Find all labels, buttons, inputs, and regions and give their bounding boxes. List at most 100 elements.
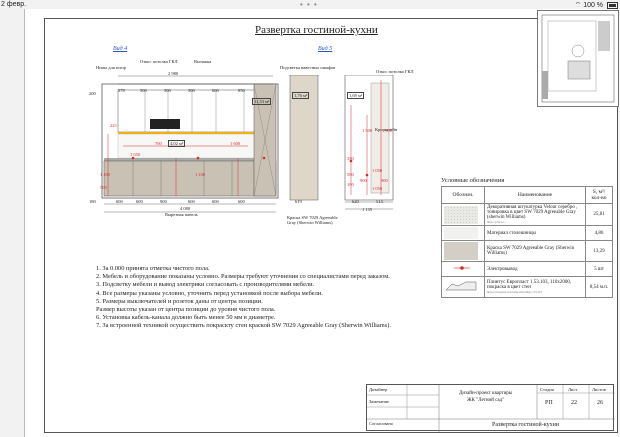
dim-upper-3: 500 [164,88,171,93]
dim-side-total: 1 135 [362,207,373,212]
legend-header-area: S, м²/ кол-во [585,186,613,204]
dim-upper-1: 578 [118,88,125,93]
dim-height-1600: 1 600 [230,141,241,146]
dim-left-500: 500 [100,185,107,190]
legend-title: Условные обозначения [441,177,505,184]
note-item: 2. Мебель и оборудование показаны условн… [96,273,390,281]
note-item: Размер высоты указан от центра позиции д… [96,306,276,314]
stamp-sheet-header: Лист [568,387,578,392]
dim-area-4: 1,69 м² [347,92,365,99]
dim-lower-6: 600 [238,199,245,204]
legend-name: Краска SW 7029 Agreeable Gray (Sherwin W… [484,240,586,262]
note-item: 4. Все размеры указаны условно, уточнить… [96,289,323,297]
legend-value: 13,29 [585,240,613,262]
legend-value: 5 шт [585,261,613,277]
plan-minimap[interactable] [537,10,619,107]
table-row: Материал столешницы 4,86 [441,225,613,241]
note-item: 6. Установка кабель-канала должно быть м… [96,314,276,322]
view-4-label: Вид 4 [113,46,128,52]
dim-area-1: 11,53 м² [252,98,272,105]
dim-lower-5: 600 [212,199,219,204]
dim-lower-2: 600 [136,199,143,204]
stamp-designer: Дизайнер [369,387,388,392]
legend-name: Электровывод [484,261,586,277]
legend-value: 4,86 [585,225,613,241]
legend-swatch-baseboard [441,276,485,298]
dim-upper-4: 500 [188,88,195,93]
legend-header-row: Обознач. Наименование S, м²/ кол-во [441,186,613,204]
note-item: 5. Размеры выключателей и розеток даны о… [96,297,263,305]
dim-side-3: 514 [376,199,383,204]
dim-lower-3: 900 [160,199,167,204]
outlet-icon [454,266,470,270]
status-date: 2 февр. [1,1,27,8]
table-row: Краска SW 7029 Agreeable Gray (Sherwin W… [441,240,613,262]
callout-backlight: Подсветка навесных шкафов [280,65,336,70]
legend-swatch-paint [441,240,485,262]
callout-niche: Ниша для штор [96,65,126,70]
stamp-approved: Согласовано [369,421,394,426]
dim-lower-1: 600 [116,199,123,204]
dim-height-700: 700 [155,141,162,146]
stamp-stage: РП [545,400,553,406]
minimap-plan [541,14,615,103]
legend-value: 25,81 [585,203,613,226]
table-row: Декоративная штукатурка Velour серебро ,… [441,203,613,226]
dim-area-3: 1,76 м² [292,92,310,99]
battery-icon [607,1,618,9]
legend-header-symbol: Обознач. [441,186,485,204]
dim-left-1400: 1 400 [100,172,111,177]
callout-hood: Вытяжка [194,59,212,64]
dim-side-h5: 500 [347,172,354,177]
dim-left-1100: 1 100 [195,172,206,177]
dim-side-1: 619 [295,199,302,204]
stamp-sheets-header: Листов [592,387,606,392]
dim-side-h8: 1 500 [362,128,373,133]
notes-list: 1. За 0.000 принята отметка чистого пола… [96,265,391,331]
stamp-stage-header: Стадия [540,387,554,392]
table-row: Плинтус Европласт 1.53.103, 110х2000, по… [441,276,613,298]
dim-side-h9: 1 050 [372,186,383,191]
stamp-sheet: 22 [571,400,577,406]
stamp-complex: ЖК "Летний сад" [467,398,505,403]
page-title: Развертка гостиной-кухни [255,24,378,36]
dim-upper-5: 600 [212,88,219,93]
legend-name: Плинтус Европласт 1.53.103, 110х2000, по… [484,276,586,298]
legend-name: Декоративная штукатурка Velour серебро ,… [484,203,586,226]
callout-panel: Вырезная панель [165,212,198,217]
dim-area-2: 4,02 м² [168,140,186,147]
legend-swatch-plaster [441,203,485,226]
dim-upper-6: 850 [238,88,245,93]
stamp-project: Дизайн-проект квартиры [459,391,513,396]
legend-header-name: Наименование [484,186,586,204]
legend-value: 8,54 м.п. [585,276,613,298]
view-5-label: Вид 5 [318,46,333,52]
dim-height-1050: 1 050 [130,152,141,157]
dim-height-180: 180 [89,199,96,204]
callout-ceiling-2: Откос потолка ГКЛ [376,69,414,74]
dim-side-h2: 1 050 [372,168,383,173]
legend-table: Обознач. Наименование S, м²/ кол-во Деко… [441,186,613,298]
dim-height-200: 200 [89,91,96,96]
dim-side-h1: 350 [347,156,354,161]
dim-upper-2: 500 [140,88,147,93]
legend-name: Материал столешницы [484,225,586,241]
note-item: 7. За встроенной техникой осуществить по… [96,322,391,330]
table-row: Электровывод 5 шт [441,261,613,277]
dim-lower-4: 600 [188,199,195,204]
title-block: Дизайнер Замечание Согласовано Дизайн-пр… [366,384,615,432]
wifi-icon: ⌔ [574,2,582,9]
dim-side-h7: 1 000 [382,128,393,133]
stamp-sheets: 26 [597,400,603,406]
dim-top-total: 2 980 [168,71,179,76]
stamp-drawing-name: Развертка гостиной-кухни [492,422,559,428]
dim-side-h6: 100 [347,182,354,187]
dim-side-2: 620 [352,199,359,204]
callout-paint: Краска SW 7029 Agreeable Gray (Sherwin W… [287,215,338,225]
callout-ceiling-1: Откос потолка ГКЛ [140,59,178,64]
window-drag-handle[interactable]: • • • [300,0,318,9]
note-item: 3. Подсветку мебели и вывод электрики со… [96,281,315,289]
legend-swatch-worktop [441,225,485,241]
stamp-checked: Замечание [369,399,390,404]
dim-side-h3: 900 [360,178,367,183]
